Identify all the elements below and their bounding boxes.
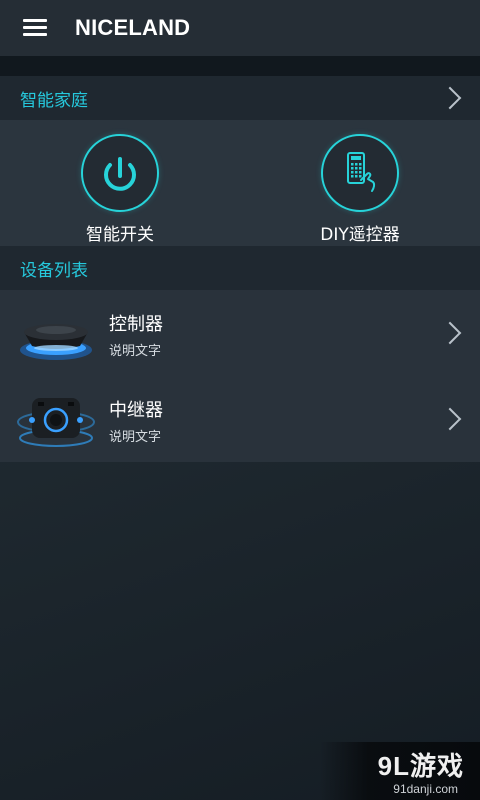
chevron-right-icon — [438, 407, 462, 431]
section-title: 智能家庭 — [20, 90, 88, 111]
device-name: 中继器 — [109, 400, 163, 421]
section-title: 设备列表 — [20, 260, 88, 281]
watermark-url: 91danji.com — [393, 782, 458, 796]
chevron-right-icon — [438, 321, 462, 345]
smart-home-panel: 智能开关 DIY遥控器 — [0, 120, 480, 246]
controller-device-icon — [20, 324, 92, 360]
device-description: 说明文字 — [109, 344, 162, 359]
smart-switch-button[interactable]: 智能开关 — [40, 134, 200, 245]
device-name: 控制器 — [109, 314, 163, 335]
device-description: 说明文字 — [109, 430, 162, 445]
device-row-repeater[interactable]: 中继器 说明文字 — [0, 376, 480, 462]
diy-remote-label: DIY遥控器 — [320, 225, 400, 245]
app-bar: NICELAND — [0, 0, 480, 56]
remote-icon — [321, 134, 399, 212]
device-list-header: 设备列表 — [0, 246, 480, 290]
diy-remote-button[interactable]: DIY遥控器 — [280, 134, 440, 245]
chevron-right-icon — [438, 86, 462, 110]
smart-home-header[interactable]: 智能家庭 — [0, 76, 480, 120]
device-row-controller[interactable]: 控制器 说明文字 — [0, 290, 480, 376]
power-icon — [81, 134, 159, 212]
divider — [0, 56, 480, 76]
watermark-logo: 9L游戏 — [377, 751, 464, 781]
smart-switch-label: 智能开关 — [86, 225, 154, 245]
watermark: 9L游戏 91danji.com — [320, 742, 480, 800]
repeater-device-icon — [17, 398, 95, 447]
app-title: NICELAND — [75, 15, 191, 40]
menu-icon[interactable] — [23, 19, 47, 37]
